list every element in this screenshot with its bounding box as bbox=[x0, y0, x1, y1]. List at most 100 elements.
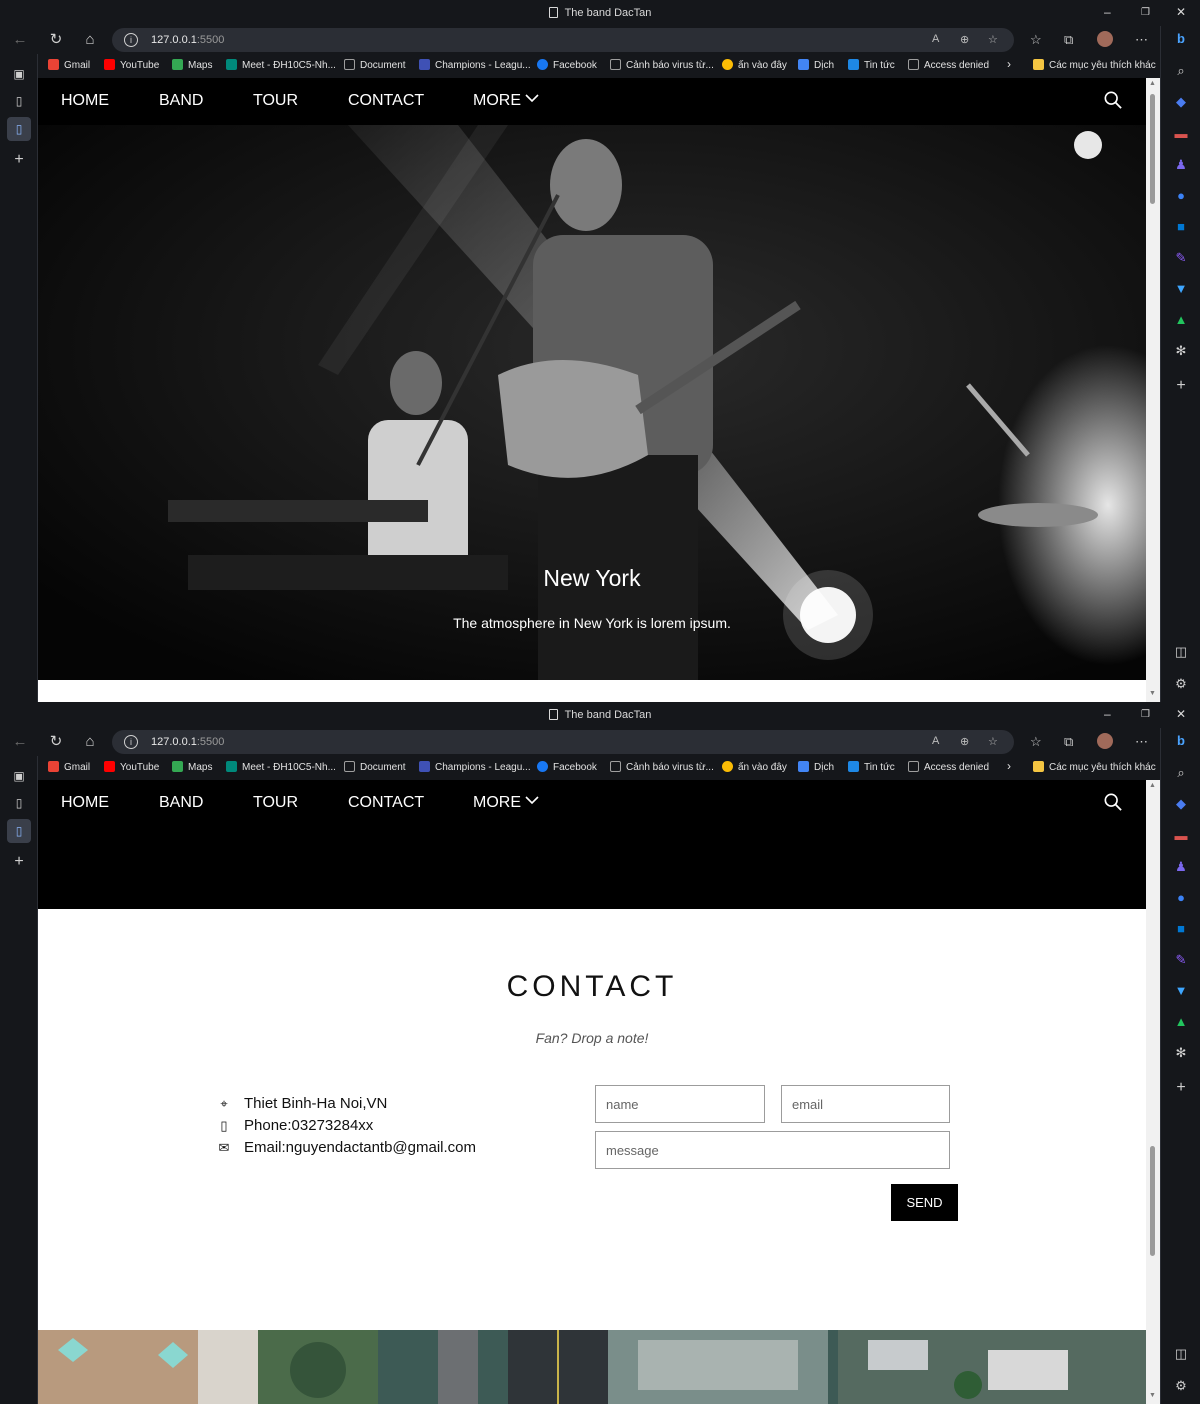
info-icon[interactable]: i bbox=[124, 33, 138, 47]
nav-home[interactable]: HOME bbox=[61, 794, 109, 812]
games-icon[interactable]: ♟ bbox=[1171, 155, 1191, 175]
collections-icon[interactable]: ⧉ bbox=[1064, 734, 1073, 750]
bookmark-click-here[interactable]: ấn vào đây bbox=[722, 59, 787, 71]
favorites-icon[interactable]: ☆ bbox=[1030, 32, 1042, 48]
collections-icon[interactable]: ⧉ bbox=[1064, 32, 1073, 48]
search-icon[interactable] bbox=[1104, 793, 1122, 811]
tab-actions-icon[interactable]: ▣ bbox=[10, 767, 28, 785]
bookmark-meet[interactable]: Meet - ĐH10C5-Nh... bbox=[226, 761, 336, 773]
bookmark-champions[interactable]: Champions - Leagu... bbox=[419, 59, 531, 71]
profile-avatar[interactable] bbox=[1097, 31, 1113, 47]
sidebar-settings-icon[interactable]: ⚙ bbox=[1171, 1376, 1191, 1396]
home-icon[interactable]: ⌂ bbox=[80, 732, 100, 752]
chevron-right-icon[interactable]: › bbox=[1007, 759, 1011, 773]
bookmark-news[interactable]: Tin tức bbox=[848, 59, 895, 71]
read-aloud-icon[interactable]: A bbox=[932, 735, 939, 747]
bing-chat-icon[interactable]: b bbox=[1171, 29, 1191, 49]
bookmark-document[interactable]: Document bbox=[344, 761, 406, 773]
bookmark-maps[interactable]: Maps bbox=[172, 59, 212, 71]
drop-icon[interactable]: ▼ bbox=[1171, 981, 1191, 1001]
page-scrollbar[interactable]: ▲ ▼ bbox=[1146, 78, 1160, 702]
bing-chat-icon[interactable]: b bbox=[1171, 731, 1191, 751]
message-field[interactable]: message bbox=[595, 1131, 950, 1169]
tools-icon[interactable]: ▬ bbox=[1171, 826, 1191, 846]
tab-page-icon[interactable]: ▯ bbox=[10, 794, 28, 812]
name-field[interactable]: name bbox=[595, 1085, 765, 1123]
bookmark-facebook[interactable]: Facebook bbox=[537, 761, 597, 773]
bookmark-translate[interactable]: Dịch bbox=[798, 59, 834, 71]
bookmark-translate[interactable]: Dịch bbox=[798, 761, 834, 773]
minimize-icon[interactable]: – bbox=[1104, 5, 1111, 19]
office-icon[interactable]: ● bbox=[1171, 186, 1191, 206]
sidebar-panel-icon[interactable]: ◫ bbox=[1171, 1344, 1191, 1364]
add-sidebar-app-icon[interactable]: + bbox=[1171, 376, 1191, 396]
bookmark-youtube[interactable]: YouTube bbox=[104, 59, 159, 71]
send-button[interactable]: SEND bbox=[891, 1184, 958, 1221]
openai-icon[interactable]: ✻ bbox=[1171, 1043, 1191, 1063]
nav-tour[interactable]: TOUR bbox=[253, 794, 298, 812]
tree-icon[interactable]: ▲ bbox=[1171, 1012, 1191, 1032]
back-icon[interactable]: ← bbox=[10, 732, 30, 752]
new-tab-icon[interactable]: + bbox=[10, 853, 28, 871]
zoom-icon[interactable]: ⊕ bbox=[960, 735, 969, 748]
reload-icon[interactable]: ↻ bbox=[46, 732, 66, 752]
back-icon[interactable]: ← bbox=[10, 30, 30, 50]
bookmark-access-denied[interactable]: Access denied bbox=[908, 761, 989, 773]
page-scrollbar[interactable]: ▲ ▼ bbox=[1146, 780, 1160, 1404]
nav-tour[interactable]: TOUR bbox=[253, 92, 298, 110]
tree-icon[interactable]: ▲ bbox=[1171, 310, 1191, 330]
scrollbar-thumb[interactable] bbox=[1150, 1146, 1155, 1256]
designer-icon[interactable]: ✎ bbox=[1171, 248, 1191, 268]
close-icon[interactable]: ✕ bbox=[1176, 707, 1186, 721]
search-icon[interactable]: ⌕ bbox=[1171, 763, 1191, 783]
bookmark-champions[interactable]: Champions - Leagu... bbox=[419, 761, 531, 773]
add-favorite-icon[interactable]: ☆ bbox=[988, 33, 998, 46]
address-bar[interactable]: i 127.0.0.1:5500 A ⊕ ☆ bbox=[112, 28, 1014, 52]
sidebar-settings-icon[interactable]: ⚙ bbox=[1171, 674, 1191, 694]
bookmark-virus-warning[interactable]: Cảnh báo virus từ... bbox=[610, 761, 714, 773]
chevron-right-icon[interactable]: › bbox=[1007, 57, 1011, 71]
zoom-icon[interactable]: ⊕ bbox=[960, 33, 969, 46]
bookmark-maps[interactable]: Maps bbox=[172, 761, 212, 773]
add-favorite-icon[interactable]: ☆ bbox=[988, 735, 998, 748]
bookmark-meet[interactable]: Meet - ĐH10C5-Nh... bbox=[226, 59, 336, 71]
tab-page-icon[interactable]: ▯ bbox=[10, 92, 28, 110]
shopping-tag-icon[interactable]: ◆ bbox=[1171, 92, 1191, 112]
bookmark-virus-warning[interactable]: Cảnh báo virus từ... bbox=[610, 59, 714, 71]
bookmark-other-favorites[interactable]: Các mục yêu thích khác bbox=[1033, 59, 1156, 71]
bookmark-document[interactable]: Document bbox=[344, 59, 406, 71]
nav-contact[interactable]: CONTACT bbox=[348, 92, 424, 110]
games-icon[interactable]: ♟ bbox=[1171, 857, 1191, 877]
search-icon[interactable]: ⌕ bbox=[1171, 61, 1191, 81]
drop-icon[interactable]: ▼ bbox=[1171, 279, 1191, 299]
tools-icon[interactable]: ▬ bbox=[1171, 124, 1191, 144]
bookmark-facebook[interactable]: Facebook bbox=[537, 59, 597, 71]
scrollbar-thumb[interactable] bbox=[1150, 94, 1155, 204]
tab-active-page-icon[interactable]: ▯ bbox=[7, 117, 31, 141]
designer-icon[interactable]: ✎ bbox=[1171, 950, 1191, 970]
restore-icon[interactable]: ❐ bbox=[1141, 709, 1150, 720]
sidebar-panel-icon[interactable]: ◫ bbox=[1171, 642, 1191, 662]
more-menu-icon[interactable]: ⋯ bbox=[1135, 32, 1148, 48]
minimize-icon[interactable]: – bbox=[1104, 707, 1111, 721]
outlook-icon[interactable]: ■ bbox=[1171, 217, 1191, 237]
bookmark-access-denied[interactable]: Access denied bbox=[908, 59, 989, 71]
tab-active-page-icon[interactable]: ▯ bbox=[7, 819, 31, 843]
more-menu-icon[interactable]: ⋯ bbox=[1135, 734, 1148, 750]
nav-band[interactable]: BAND bbox=[159, 92, 203, 110]
tab-actions-icon[interactable]: ▣ bbox=[10, 65, 28, 83]
office-icon[interactable]: ● bbox=[1171, 888, 1191, 908]
profile-avatar[interactable] bbox=[1097, 733, 1113, 749]
nav-more[interactable]: MORE bbox=[473, 92, 540, 110]
nav-home[interactable]: HOME bbox=[61, 92, 109, 110]
email-field[interactable]: email bbox=[781, 1085, 950, 1123]
bookmark-youtube[interactable]: YouTube bbox=[104, 761, 159, 773]
openai-icon[interactable]: ✻ bbox=[1171, 341, 1191, 361]
home-icon[interactable]: ⌂ bbox=[80, 30, 100, 50]
bookmark-other-favorites[interactable]: Các mục yêu thích khác bbox=[1033, 761, 1156, 773]
bookmark-news[interactable]: Tin tức bbox=[848, 761, 895, 773]
nav-more[interactable]: MORE bbox=[473, 794, 540, 812]
favorites-icon[interactable]: ☆ bbox=[1030, 734, 1042, 750]
read-aloud-icon[interactable]: A bbox=[932, 33, 939, 45]
address-bar[interactable]: i 127.0.0.1:5500 A ⊕ ☆ bbox=[112, 730, 1014, 754]
